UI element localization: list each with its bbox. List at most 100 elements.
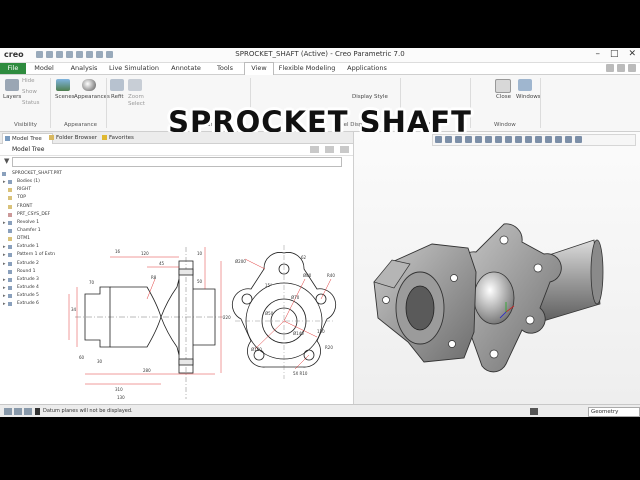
tree-item[interactable]: Round 1 [0,268,60,276]
scenes-button[interactable]: Scenes [55,94,75,100]
appearances-button[interactable]: Appearances [74,94,110,100]
search-icon[interactable] [617,64,625,72]
expand-icon[interactable]: ▸ [3,284,6,292]
refit-button[interactable]: Refit [111,94,124,100]
minimize-button[interactable]: – [595,49,600,59]
creo-window: creo SPROCKET_SHAFT (Active) - Creo Para… [0,48,640,417]
filter-icon: ▼ [4,157,10,165]
tab-flexible-modeling[interactable]: Flexible Modeling [278,63,336,74]
scenes-icon[interactable] [56,79,70,91]
tab-view[interactable]: View [244,62,274,75]
tab-model-tree[interactable]: Model Tree [2,133,53,144]
expand-icon[interactable]: ▸ [3,243,6,251]
tree-item[interactable]: Chamfer 1 [0,227,60,235]
show-columns-icon[interactable] [325,146,334,153]
zoom-icon[interactable] [128,79,142,91]
selection-filter-icon[interactable] [530,408,538,415]
dim-label: 280 [143,368,151,373]
tree-item-label: Extrude 6 [17,301,39,307]
tree-item[interactable]: ▸ Extrude 2 [0,260,60,268]
close-icon[interactable] [495,79,511,93]
browser-toggle-icon[interactable] [14,408,22,415]
tree-item-root[interactable]: SPROCKET_SHAFT.PRT [0,170,62,178]
datum-plane-icon [8,188,12,193]
dim-label: 45 [159,261,165,266]
tab-file[interactable]: File [0,63,26,74]
engineering-drawing: 70 16 120 45 34 10 R8 280 310 220 60 50 … [55,239,351,402]
tab-folder-browser[interactable]: Folder Browser [47,133,104,143]
show-button[interactable]: Show [22,89,37,95]
tab-tools[interactable]: Tools [210,63,240,74]
expand-icon[interactable]: ▸ [3,292,6,300]
tab-applications[interactable]: Applications [342,63,392,74]
refit-icon[interactable] [110,79,124,91]
dim-label: 62 [301,255,307,260]
expand-icon[interactable]: ▸ [3,219,6,227]
tree-item[interactable]: ▸ Pattern 1 of Extrude 1 [0,251,67,259]
zoom-button[interactable]: Zoom [128,94,144,100]
dim-label: 310 [115,387,123,392]
tree-item[interactable]: ▸ Extrude 3 [0,276,60,284]
tree-item-label: Bodies (1) [17,179,40,185]
layers-button[interactable]: Layers [3,94,21,100]
dim-label: R20 [325,345,333,350]
full-screen-icon[interactable] [24,408,32,415]
expand-icon[interactable]: ▸ [3,251,6,259]
dim-label: 30 [97,359,103,364]
navigator-toggle-icon[interactable] [4,408,12,415]
tree-item[interactable]: ▸ Extrude 6 [0,300,60,308]
windows-button[interactable]: Windows [516,94,541,100]
tree-item[interactable]: ▸ Extrude 1 [0,243,60,251]
tab-label: Favorites [109,135,134,141]
ribbon-options-icon[interactable] [606,64,614,72]
tab-live-simulation[interactable]: Live Simulation [108,63,160,74]
tab-favorites[interactable]: Favorites [100,133,149,143]
close-view-button[interactable]: Close [496,94,511,100]
windows-icon[interactable] [518,79,532,91]
dim-label: 70 [89,280,95,285]
tree-item[interactable]: FRONT [0,203,60,211]
message-bullet-icon [35,408,40,415]
help-icons [606,64,636,72]
bolt-hole [448,340,456,348]
appearances-icon[interactable] [82,79,96,91]
chamfer-icon [8,228,12,233]
layers-icon[interactable] [5,79,19,91]
tree-item[interactable]: ▸ Bodies (1) [0,178,60,186]
tab-annotate[interactable]: Annotate [166,63,206,74]
tree-item[interactable]: ▸ Extrude 4 [0,284,60,292]
tree-item-label: Extrude 5 [17,293,39,299]
bolt-hole [382,296,390,304]
tree-item-label: Revolve 1 [17,219,40,225]
tree-item[interactable]: TOP [0,194,60,202]
tab-analysis[interactable]: Analysis [64,63,104,74]
tree-filters-icon[interactable] [340,146,349,153]
extrude-icon [8,277,12,282]
tree-item[interactable]: RIGHT [0,186,60,194]
tree-item[interactable]: ▸ Extrude 5 [0,292,60,300]
tree-search-input[interactable] [12,157,342,167]
expand-icon[interactable]: ▸ [3,178,6,186]
tree-item-label: Chamfer 1 [17,227,41,233]
tree-item[interactable]: DTM1 [0,235,60,243]
dim-label: Ø80 [303,273,312,278]
tree-item-label: TOP [17,195,27,201]
close-button[interactable]: ✕ [628,49,636,59]
tree-settings-icon[interactable] [310,146,319,153]
expand-icon[interactable]: ▸ [3,260,6,268]
tree-item[interactable]: PRT_CSYS_DEF [0,211,60,219]
tree-item-label: Extrude 2 [17,260,39,266]
expand-icon[interactable]: ▸ [3,300,6,308]
expand-icon[interactable]: ▸ [3,276,6,284]
graphics-window[interactable] [354,132,640,404]
hide-button[interactable]: Hide [22,78,35,84]
display-style-button[interactable]: Display Style [352,94,388,100]
tab-model[interactable]: Model [28,63,60,74]
help-icon[interactable] [628,64,636,72]
model-tree-title: Model Tree [12,146,45,153]
status-bar: Datum planes will not be displayed. Geom… [0,404,640,417]
maximize-button[interactable]: □ [610,49,619,59]
selection-filter-select[interactable]: Geometry [588,407,640,417]
tree-item[interactable]: ▸ Revolve 1 [0,219,60,227]
tree-filter-row: ▼ [0,156,353,167]
